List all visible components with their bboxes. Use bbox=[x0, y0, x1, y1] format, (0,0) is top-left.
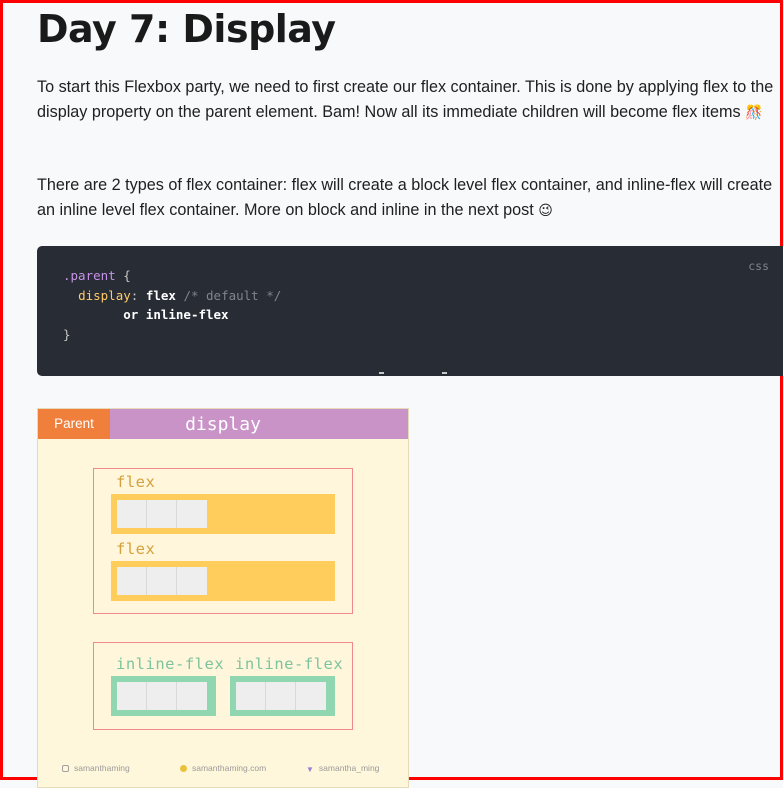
footer-twitter-handle: samantha_ming bbox=[318, 763, 380, 773]
inline-flex-container-bar bbox=[230, 676, 335, 716]
block-flex-box: flex flex bbox=[93, 468, 353, 614]
inline-flex-item bbox=[177, 682, 207, 710]
inline-flex-item bbox=[117, 682, 147, 710]
inline-flex-item bbox=[296, 682, 326, 710]
code-alternative: or inline-flex bbox=[123, 307, 229, 322]
types-paragraph-text: There are 2 types of flex container: fle… bbox=[37, 176, 773, 219]
inline-flex-box: inline-flex inline-flex bbox=[93, 642, 353, 730]
code-open-brace: { bbox=[115, 268, 131, 283]
flex-item bbox=[177, 500, 207, 528]
footer-instagram-handle: samanthaming bbox=[74, 763, 130, 773]
footer-twitter: ▼ samantha_ming bbox=[306, 763, 379, 774]
display-diagram: Parent display flex flex inline-flex inl… bbox=[37, 408, 409, 788]
inline-flex-label: inline-flex bbox=[116, 655, 225, 673]
inline-flex-item bbox=[147, 682, 177, 710]
twitter-bird-icon: ▼ bbox=[306, 765, 314, 774]
footer-site-url: samanthaming.com bbox=[192, 763, 267, 773]
diagram-title: display bbox=[185, 414, 261, 435]
flex-item bbox=[117, 500, 147, 528]
code-block: css .parent { display: flex /* default *… bbox=[37, 246, 783, 376]
intro-paragraph: To start this Flexbox party, we need to … bbox=[37, 75, 777, 124]
flex-label: flex bbox=[116, 540, 156, 558]
inline-flex-label: inline-flex bbox=[235, 655, 344, 673]
code-value: flex bbox=[145, 287, 176, 303]
footer-site: samanthaming.com bbox=[180, 763, 266, 773]
flex-item bbox=[177, 567, 207, 595]
code-language-label: css bbox=[748, 259, 769, 273]
flex-item bbox=[147, 567, 177, 595]
inline-flex-container-bar bbox=[111, 676, 216, 716]
party-emoji-icon: 🎊 bbox=[745, 103, 763, 120]
footer-instagram: samanthaming bbox=[62, 763, 130, 773]
flex-container-bar bbox=[111, 561, 335, 601]
code-scroll-mark bbox=[379, 372, 384, 374]
code-comment: /* default */ bbox=[175, 287, 282, 303]
flex-item bbox=[117, 567, 147, 595]
wink-emoji-icon: 😉 bbox=[538, 201, 553, 218]
inline-flex-item bbox=[236, 682, 266, 710]
diagram-parent-tab: Parent bbox=[38, 409, 110, 439]
code-colon: : bbox=[130, 287, 146, 303]
code-selector: .parent bbox=[63, 268, 116, 283]
flex-label: flex bbox=[116, 473, 156, 491]
flex-container-bar bbox=[111, 494, 335, 534]
intro-paragraph-text: To start this Flexbox party, we need to … bbox=[37, 78, 774, 121]
inline-flex-item bbox=[266, 682, 296, 710]
face-icon bbox=[180, 765, 187, 772]
code-property: display bbox=[78, 287, 131, 303]
code-close-brace: } bbox=[63, 326, 71, 342]
code-content: .parent { display: flex /* default */ or… bbox=[63, 266, 281, 344]
flex-item bbox=[147, 500, 177, 528]
types-paragraph: There are 2 types of flex container: fle… bbox=[37, 173, 777, 222]
instagram-icon bbox=[62, 765, 69, 772]
code-scroll-mark bbox=[442, 372, 447, 374]
page-title: Day 7: Display bbox=[37, 7, 336, 51]
